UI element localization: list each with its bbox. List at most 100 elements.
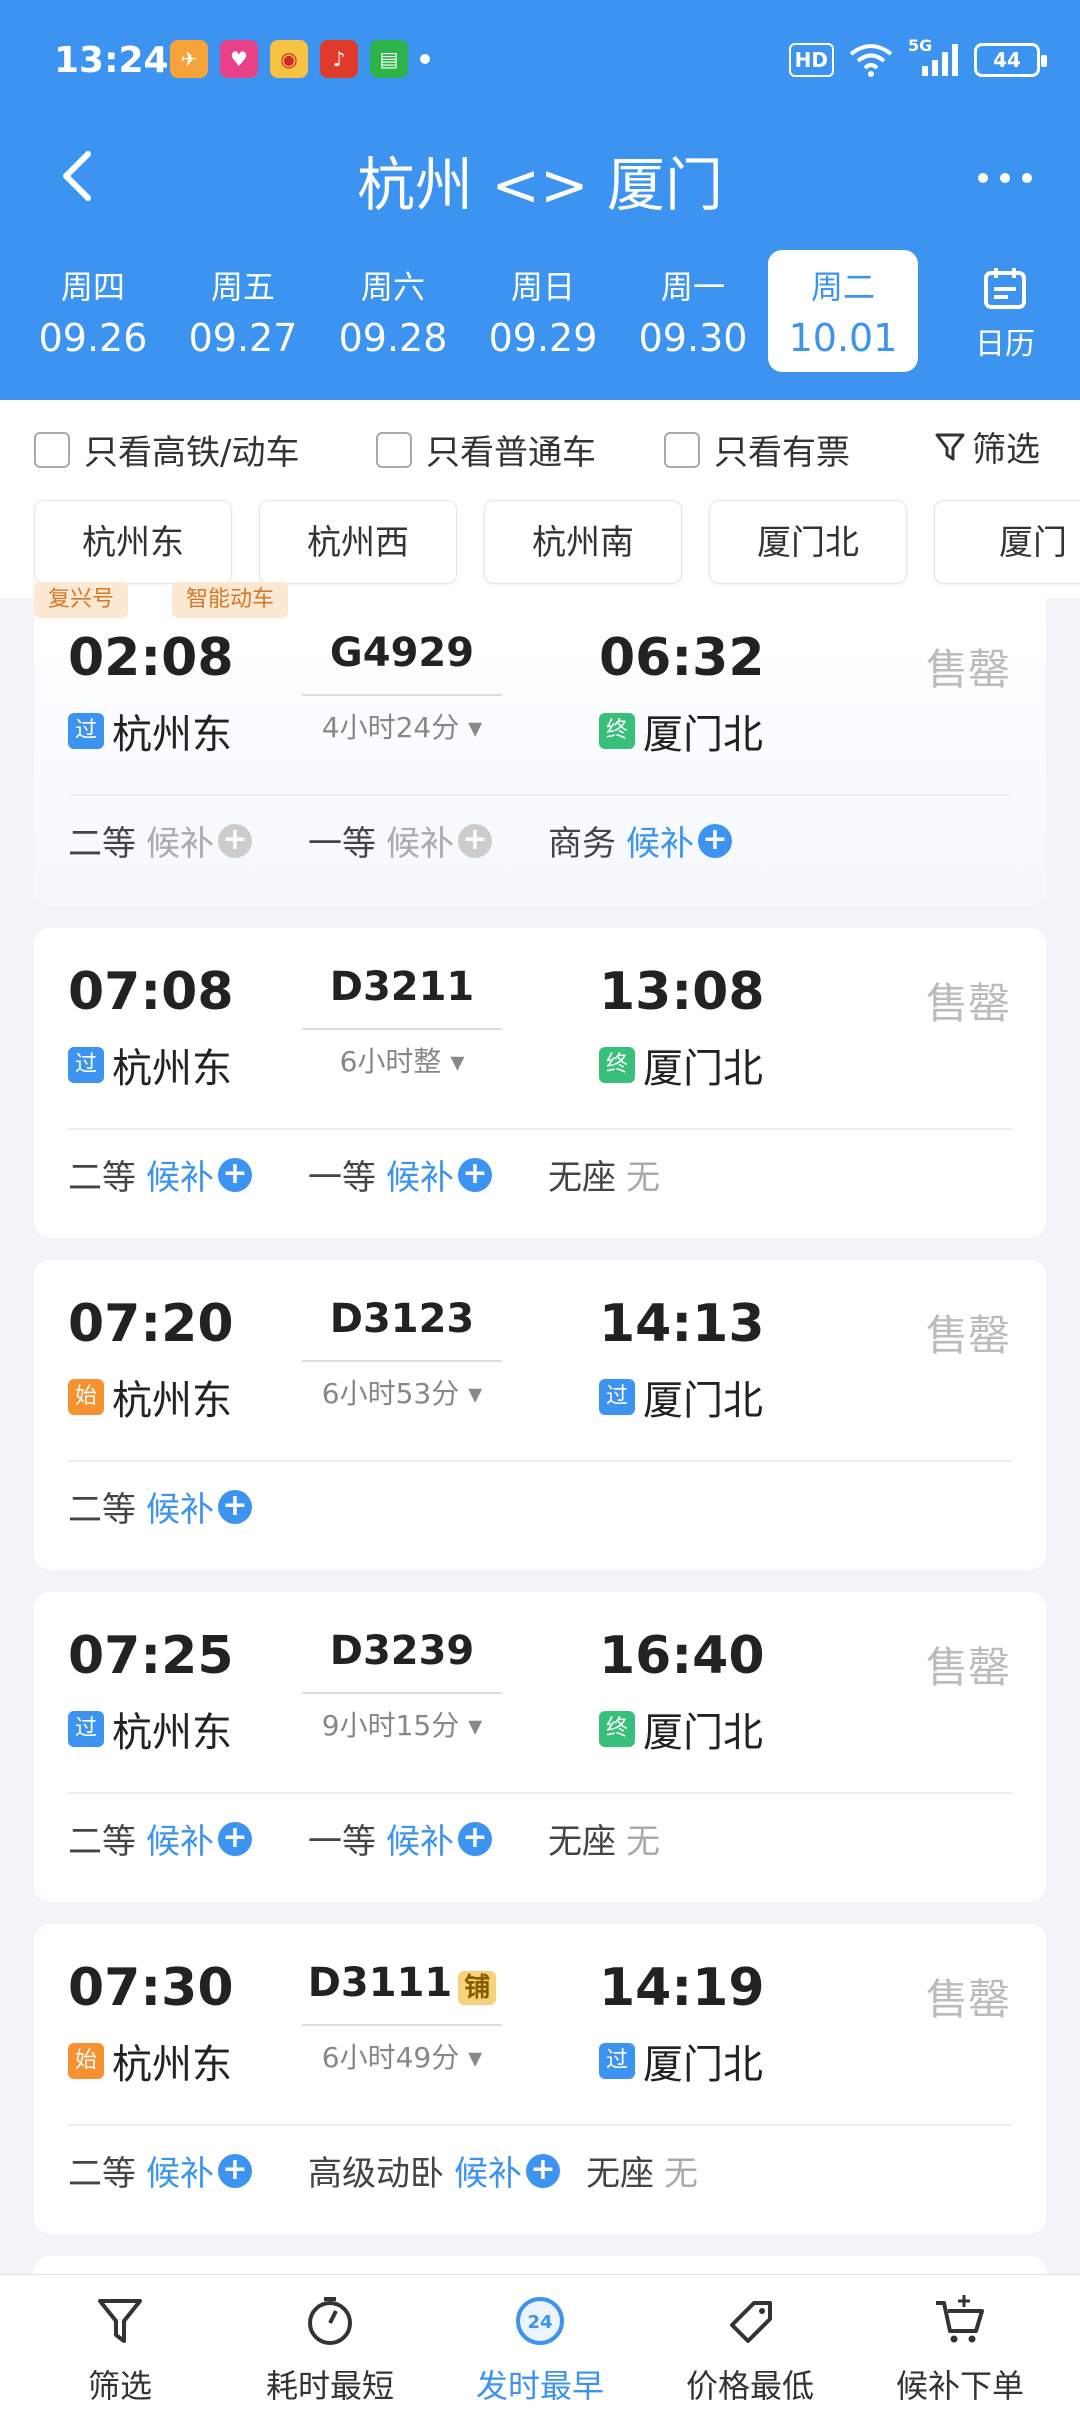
seat-list: 二等 候补 + 高级动卧 候补 + 无座 无 — [68, 2146, 754, 2195]
train-number: D3111 铺 — [302, 1960, 502, 2006]
route-line — [302, 1360, 502, 1362]
arrival-time: 06:32 — [599, 628, 765, 688]
nav-filter[interactable]: 筛选 — [12, 2291, 228, 2407]
terminal-badge: 终 — [599, 1047, 635, 1083]
train-card[interactable]: 07:20 D3123 6小时53分 ▾ 14:13 售罄 始 杭州东 过 厦门… — [34, 1260, 1046, 1570]
date-selector: 周四 09.26 周五 09.27 周六 09.28 周日 09.29 周一 0… — [0, 250, 1080, 372]
waitlist-plus-icon[interactable]: + — [218, 823, 252, 858]
filter-button[interactable]: 筛选 — [934, 422, 1040, 471]
waitlist-plus-icon[interactable]: + — [526, 2153, 560, 2188]
arrival-station: 过 厦门北 — [599, 1368, 763, 1426]
date-tab[interactable]: 周日 09.29 — [468, 250, 618, 372]
status-sold-out: 售罄 — [925, 1311, 1010, 1360]
route-line — [302, 1692, 502, 1694]
arrival-station: 终 厦门北 — [599, 1700, 763, 1758]
seat-option[interactable]: 二等 候补 + — [68, 1814, 252, 1863]
through-badge: 过 — [599, 1379, 635, 1415]
seat-option[interactable]: 二等 候补 + — [68, 2146, 252, 2195]
arrival-time: 14:13 — [599, 1294, 765, 1354]
seat-option[interactable]: 二等 候补 + — [68, 1150, 252, 1199]
origin-badge: 始 — [68, 1379, 104, 1415]
waitlist-plus-icon[interactable]: + — [218, 1821, 252, 1856]
date-tab-selected[interactable]: 周二 10.01 — [768, 250, 918, 372]
weibo-icon: ◉ — [270, 40, 308, 78]
seat-option[interactable]: 一等 候补 + — [308, 1150, 492, 1199]
seat-option[interactable]: 商务 候补 + — [548, 816, 732, 865]
more-notifications-dot — [420, 54, 430, 64]
smart-train-tag: 智能动车 — [172, 582, 289, 618]
duration[interactable]: 6小时49分 ▾ — [302, 2036, 502, 2076]
waitlist-plus-icon[interactable]: + — [218, 1489, 252, 1524]
status-sold-out: 售罄 — [925, 979, 1010, 1028]
origin-badge: 始 — [68, 2043, 104, 2079]
fuxing-tag: 复兴号 — [34, 582, 129, 618]
train-card[interactable]: 07:08 D3211 6小时整 ▾ 13:08 售罄 过 杭州东 终 厦门北 … — [34, 928, 1046, 1238]
nav-waitlist-order[interactable]: 候补下单 — [852, 2291, 1068, 2407]
available-only-checkbox[interactable]: 只看有票 — [664, 425, 850, 474]
departure-station: 过 杭州东 — [68, 1036, 232, 1094]
station-chip[interactable]: 厦门 — [934, 500, 1080, 584]
duration[interactable]: 9小时15分 ▾ — [302, 1704, 502, 1744]
seat-option[interactable]: 高级动卧 候补 + — [308, 2146, 560, 2195]
departure-station: 始 杭州东 — [68, 1368, 232, 1426]
waitlist-plus-icon[interactable]: + — [698, 823, 732, 858]
through-badge: 过 — [68, 1711, 104, 1747]
seat-option[interactable]: 一等 候补 + — [308, 816, 492, 865]
seat-option[interactable]: 二等 候补 + — [68, 816, 252, 865]
date-tab[interactable]: 周四 09.26 — [18, 250, 168, 372]
clock-24-icon: 24 — [516, 2297, 564, 2345]
waitlist-plus-icon[interactable]: + — [218, 1157, 252, 1192]
date-tab[interactable]: 周一 09.30 — [618, 250, 768, 372]
nav-lowest-price[interactable]: 价格最低 — [642, 2291, 858, 2407]
high-speed-only-checkbox[interactable]: 只看高铁/动车 — [34, 425, 299, 474]
station-chip[interactable]: 杭州东 — [34, 500, 232, 584]
status-bar: 13:24 ✈ ♥ ◉ ♪ ▤ HD 5G 44 — [0, 0, 1080, 128]
seat-list: 二等 候补 + 一等 候补 + 商务 候补 + — [68, 816, 788, 865]
waitlist-plus-icon[interactable]: + — [458, 823, 492, 858]
battery-icon: 44 — [974, 43, 1047, 77]
waitlist-plus-icon[interactable]: + — [218, 2153, 252, 2188]
calendar-icon — [984, 268, 1026, 309]
hd-icon: HD — [788, 43, 834, 77]
normal-train-only-checkbox[interactable]: 只看普通车 — [376, 425, 596, 474]
waitlist-plus-icon[interactable]: + — [458, 1157, 492, 1192]
station-chip[interactable]: 杭州南 — [484, 500, 682, 584]
arrival-time: 14:19 — [599, 1958, 765, 2018]
duration[interactable]: 6小时整 ▾ — [302, 1040, 502, 1080]
nav-earliest-departure[interactable]: 24 发时最早 — [432, 2291, 648, 2407]
status-sold-out: 售罄 — [925, 645, 1010, 694]
divider — [68, 794, 1012, 796]
through-badge: 过 — [599, 2043, 635, 2079]
train-card[interactable]: 07:25 D3239 9小时15分 ▾ 16:40 售罄 过 杭州东 终 厦门… — [34, 1592, 1046, 1902]
divider — [68, 1128, 1012, 1130]
train-number: D3211 — [329, 964, 475, 1010]
system-icons: HD 5G 44 — [788, 36, 1047, 78]
route-line — [302, 1028, 502, 1030]
date-tab[interactable]: 周六 09.28 — [318, 250, 468, 372]
train-number: G4929 — [329, 630, 475, 676]
checkbox-box — [664, 431, 700, 468]
seat-option[interactable]: 一等 候补 + — [308, 1814, 492, 1863]
terminal-badge: 终 — [599, 1711, 635, 1747]
more-menu-icon[interactable] — [970, 158, 1040, 198]
app-notification-icon: ♥ — [220, 40, 258, 78]
status-sold-out: 售罄 — [925, 1975, 1010, 2024]
train-card[interactable]: 07:30 D3111 铺 6小时49分 ▾ 14:19 售罄 始 杭州东 过 厦… — [34, 1924, 1046, 2234]
nav-shortest-duration[interactable]: 耗时最短 — [222, 2291, 438, 2407]
station-chip[interactable]: 厦门北 — [709, 500, 907, 584]
departure-time: 07:08 — [68, 962, 234, 1022]
seat-list: 二等 候补 + 一等 候补 + 无座 无 — [68, 1150, 716, 1199]
waitlist-plus-icon[interactable]: + — [458, 1821, 492, 1856]
divider — [68, 2124, 1012, 2126]
seat-option: 无座 无 — [548, 1822, 660, 1862]
arrival-time: 16:40 — [599, 1626, 765, 1686]
page-title: 杭州 <> 厦门 — [356, 151, 724, 219]
date-tab[interactable]: 周五 09.27 — [168, 250, 318, 372]
duration[interactable]: 6小时53分 ▾ — [302, 1372, 502, 1412]
calendar-button[interactable]: 日历 — [960, 265, 1050, 363]
seat-option[interactable]: 二等 候补 + — [68, 1482, 252, 1531]
station-chips: 杭州东 杭州西 杭州南 厦门北 厦门 — [0, 488, 1080, 598]
duration[interactable]: 4小时24分 ▾ — [302, 706, 502, 746]
station-chip[interactable]: 杭州西 — [259, 500, 457, 584]
train-card[interactable]: 复兴号 智能动车 02:08 G4929 4小时24分 ▾ 06:32 售罄 过… — [34, 582, 1046, 906]
